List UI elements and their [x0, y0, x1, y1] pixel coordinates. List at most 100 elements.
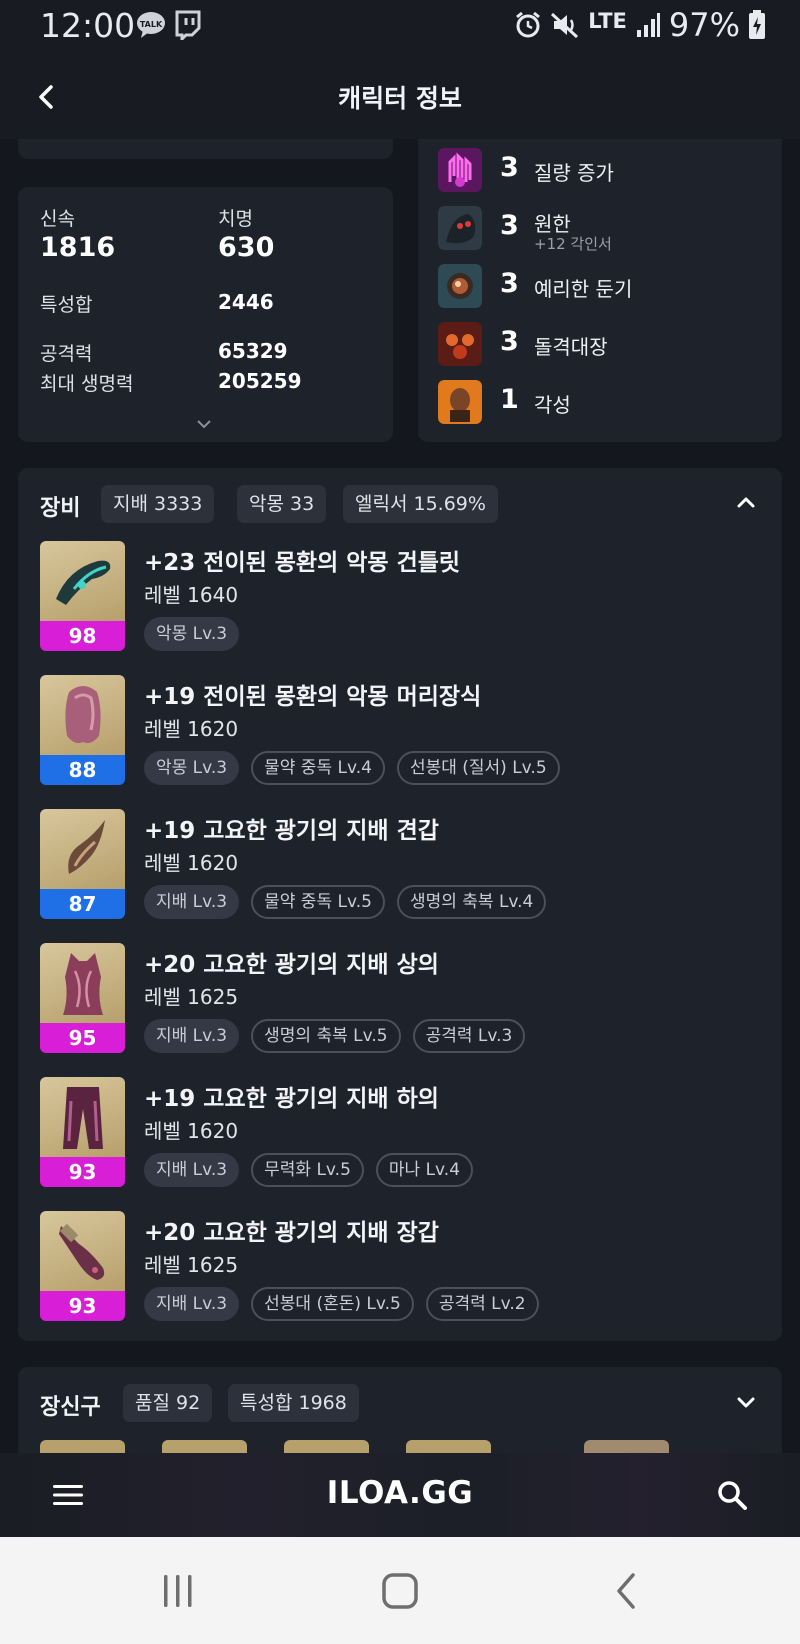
- engraving-effect-tag: 물약 중독 Lv.4: [251, 751, 385, 785]
- item-name: +20 고요한 광기의 지배 상의: [144, 952, 439, 978]
- item-level: 레벨 1625: [144, 1253, 239, 1277]
- equipment-item[interactable]: 93 +19 고요한 광기의 지배 하의 레벨 1620 지배 Lv.3 무력화…: [40, 1077, 760, 1189]
- set-effect-tag: 지배 Lv.3: [144, 1153, 240, 1187]
- system-back-button[interactable]: [596, 1563, 656, 1619]
- item-quality: 87: [40, 889, 125, 919]
- system-nav-bar: [0, 1537, 800, 1644]
- chest-icon: [62, 953, 103, 1015]
- engraving-effect-tag: 무력화 Lv.5: [251, 1153, 364, 1187]
- engraving-row[interactable]: 1 각성: [438, 380, 768, 424]
- chevron-down-icon: [737, 1397, 755, 1408]
- mute-icon: [551, 12, 579, 39]
- equipment-item[interactable]: 93 +20 고요한 광기의 지배 장갑 레벨 1625 지배 Lv.3 선봉대…: [40, 1211, 760, 1323]
- engraving-effect-tag: 생명의 축복 Lv.5: [251, 1019, 401, 1053]
- item-level: 레벨 1620: [144, 1119, 239, 1143]
- page-title: 캐릭터 정보: [338, 84, 462, 113]
- accessories-stat-chip: 특성합 1968: [228, 1384, 359, 1422]
- set-effect-tag: 악몽 Lv.3: [144, 617, 240, 651]
- accessory-thumbnail[interactable]: [406, 1440, 491, 1454]
- item-name: +19 고요한 광기의 지배 견갑: [144, 818, 439, 844]
- engraving-row[interactable]: 3 질량 증가: [438, 148, 768, 192]
- system-icons: LTE 97%: [514, 6, 766, 44]
- back-arrow-icon: [617, 1573, 635, 1609]
- mass-increase-icon: [438, 148, 482, 192]
- item-level: 레벨 1640: [144, 583, 239, 607]
- item-quality: 93: [40, 1291, 125, 1321]
- engraving-effect-tag: 공격력 Lv.3: [412, 1019, 526, 1053]
- accessory-thumbnail[interactable]: [584, 1440, 669, 1454]
- equipment-item[interactable]: 88 +19 전이된 몽환의 악몽 머리장식 레벨 1620 악몽 Lv.3 물…: [40, 675, 760, 787]
- item-effects: 지배 Lv.3 물약 중독 Lv.5 생명의 축복 Lv.4: [144, 885, 547, 919]
- stat-hp-label: 최대 생명력: [40, 373, 134, 395]
- accessories-quality-chip: 품질 92: [123, 1384, 213, 1422]
- stat-attack-value: 65329: [218, 339, 288, 363]
- engraving-level: 1: [500, 384, 519, 415]
- keen-blunt-icon: [438, 264, 482, 308]
- item-level: 레벨 1620: [144, 717, 239, 741]
- item-name: +19 전이된 몽환의 악몽 머리장식: [144, 684, 482, 710]
- stat-crit-value: 630: [218, 232, 275, 263]
- home-button[interactable]: [370, 1563, 430, 1619]
- recent-apps-button[interactable]: [148, 1563, 208, 1619]
- engraving-row[interactable]: 3 돌격대장: [438, 322, 768, 366]
- item-thumbnail: 93: [40, 1077, 125, 1187]
- item-thumbnail: 88: [40, 675, 125, 785]
- expand-accessories-button[interactable]: [726, 1383, 766, 1423]
- accessories-title: 장신구: [40, 1395, 101, 1420]
- set-effect-tag: 지배 Lv.3: [144, 1287, 240, 1321]
- engraving-name: 각성: [534, 393, 571, 417]
- equipment-elixir-chip: 엘릭서 15.69%: [343, 485, 498, 523]
- bottom-app-bar: ILOA.GG: [0, 1453, 800, 1537]
- engraving-name: 예리한 둔기: [534, 277, 633, 301]
- chevron-down-icon: [197, 420, 211, 429]
- accessory-thumbnail[interactable]: [40, 1440, 125, 1454]
- engraving-row[interactable]: 3 예리한 둔기: [438, 264, 768, 308]
- item-quality: 93: [40, 1157, 125, 1187]
- engraving-level: 3: [500, 326, 519, 357]
- stat-hp-value: 205259: [218, 369, 302, 393]
- item-name: +19 고요한 광기의 지배 하의: [144, 1086, 439, 1112]
- stat-total-value: 2446: [218, 290, 274, 314]
- gauntlet-icon: [55, 560, 110, 605]
- alarm-icon: [516, 11, 541, 38]
- talk-icon: TALK: [137, 12, 165, 38]
- accessory-thumbnails: [40, 1440, 760, 1454]
- equipment-item[interactable]: 95 +20 고요한 광기의 지배 상의 레벨 1625 지배 Lv.3 생명의…: [40, 943, 760, 1055]
- item-effects: 악몽 Lv.3: [144, 617, 240, 651]
- grudge-icon: [438, 206, 482, 250]
- search-button[interactable]: [708, 1473, 756, 1517]
- engraving-effect-tag: 선봉대 (혼돈) Lv.5: [251, 1287, 414, 1321]
- item-level: 레벨 1620: [144, 851, 239, 875]
- set-effect-tag: 지배 Lv.3: [144, 1019, 240, 1053]
- search-icon: [718, 1481, 747, 1510]
- battery-charging-icon: [749, 10, 765, 39]
- engraving-effect-tag: 마나 Lv.4: [375, 1153, 474, 1187]
- equipment-title: 장비: [40, 496, 81, 521]
- equipment-item[interactable]: 98 +23 전이된 몽환의 악몽 건틀릿 레벨 1640 악몽 Lv.3: [40, 541, 760, 653]
- equipment-item[interactable]: 87 +19 고요한 광기의 지배 견갑 레벨 1620 지배 Lv.3 물약 …: [40, 809, 760, 921]
- expand-stats-button[interactable]: [196, 414, 212, 433]
- item-thumbnail: 95: [40, 943, 125, 1053]
- shoulder-icon: [67, 820, 105, 874]
- set-effect-tag: 지배 Lv.3: [144, 885, 240, 919]
- helmet-icon: [64, 686, 101, 744]
- engraving-row[interactable]: 3 원한 +12 각인서: [438, 206, 768, 253]
- item-effects: 지배 Lv.3 생명의 축복 Lv.5 공격력 Lv.3: [144, 1019, 526, 1053]
- network-type: LTE: [588, 9, 627, 33]
- engraving-effect-tag: 생명의 축복 Lv.4: [396, 885, 547, 919]
- item-quality: 88: [40, 755, 125, 785]
- engraving-effect-tag: 선봉대 (질서) Lv.5: [396, 751, 560, 785]
- stat-swiftness-label: 신속: [40, 208, 75, 230]
- item-quality: 98: [40, 621, 125, 651]
- recent-apps-icon: [164, 1575, 192, 1607]
- collapse-equipment-button[interactable]: [726, 482, 766, 522]
- item-effects: 지배 Lv.3 선봉대 (혼돈) Lv.5 공격력 Lv.2: [144, 1287, 539, 1321]
- engraving-level: 3: [500, 268, 519, 299]
- accessory-thumbnail[interactable]: [284, 1440, 369, 1454]
- accessory-thumbnail[interactable]: [162, 1440, 247, 1454]
- site-logo[interactable]: ILOA.GG: [0, 1475, 800, 1511]
- item-thumbnail: 93: [40, 1211, 125, 1321]
- item-quality: 95: [40, 1023, 125, 1053]
- item-thumbnail: 98: [40, 541, 125, 651]
- raid-captain-icon: [438, 322, 482, 366]
